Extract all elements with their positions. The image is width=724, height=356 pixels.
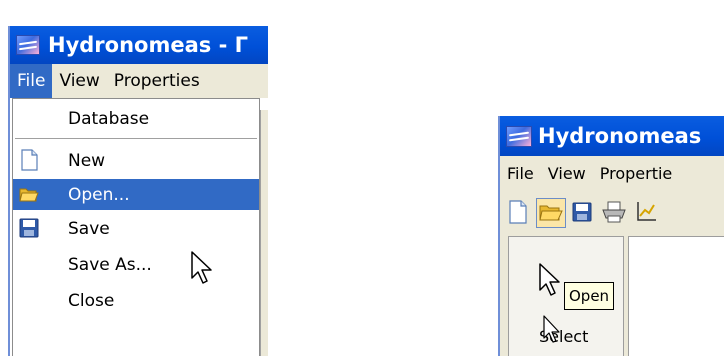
left-window-title: Hydronomeas - Γ [48,33,248,57]
left-menu-bar: File View Properties [10,64,268,98]
new-file-icon [509,200,527,224]
right-menu-bar: File View Propertie [500,156,724,190]
menu-item-database-label: Database [68,108,150,129]
menu-item-new[interactable]: New [13,145,259,176]
menu-properties[interactable]: Properties [107,64,207,98]
right-app-window: Hydronomeas File View Propertie Select [498,116,724,356]
right-window-title: Hydronomeas [538,124,702,148]
right-title-bar: Hydronomeas [500,116,724,156]
toolbar-chart-button[interactable] [632,198,662,228]
new-file-icon [21,149,38,171]
menu-item-save-as[interactable]: Save As... [13,249,259,280]
menu-view[interactable]: View [541,156,593,190]
menu-item-save[interactable]: Save [13,213,259,244]
save-disk-icon [19,218,39,238]
window-background-strip [260,110,268,356]
left-title-bar: Hydronomeas - Γ [10,26,268,64]
menu-item-save-label: Save [68,218,110,239]
file-dropdown-menu: Database New Open... Save Save As... Clo… [12,98,260,356]
menu-file[interactable]: File [10,64,53,98]
printer-icon [602,201,626,223]
save-disk-icon [572,202,592,222]
menu-item-save-as-label: Save As... [68,254,152,275]
open-folder-icon [19,188,39,202]
menu-item-new-label: New [68,150,106,171]
menu-item-open[interactable]: Open... [13,179,259,210]
menu-item-database[interactable]: Database [13,103,259,134]
toolbar-open-button[interactable] [536,198,566,228]
app-logo-icon [16,35,40,55]
open-folder-icon [539,205,563,221]
toolbar-new-button[interactable] [504,198,534,228]
left-app-window: Hydronomeas - Γ File View Properties Dat… [8,26,268,356]
menu-item-open-label: Open... [68,184,130,205]
menu-properties[interactable]: Propertie [593,156,680,190]
toolbar [500,192,724,232]
menu-file[interactable]: File [500,156,541,190]
toolbar-print-button[interactable] [600,198,630,228]
mouse-pointer-icon [543,315,560,343]
menu-item-close[interactable]: Close [13,285,259,316]
menu-separator [15,138,257,140]
canvas-area[interactable] [628,236,724,356]
menu-view[interactable]: View [52,64,106,98]
chart-axis-icon [637,202,656,221]
mouse-pointer-icon [191,251,212,284]
app-logo-icon [506,125,532,147]
open-tooltip: Open [564,282,615,310]
menu-item-close-label: Close [68,290,115,311]
toolbar-save-button[interactable] [568,198,598,228]
mouse-pointer-icon [539,263,560,296]
